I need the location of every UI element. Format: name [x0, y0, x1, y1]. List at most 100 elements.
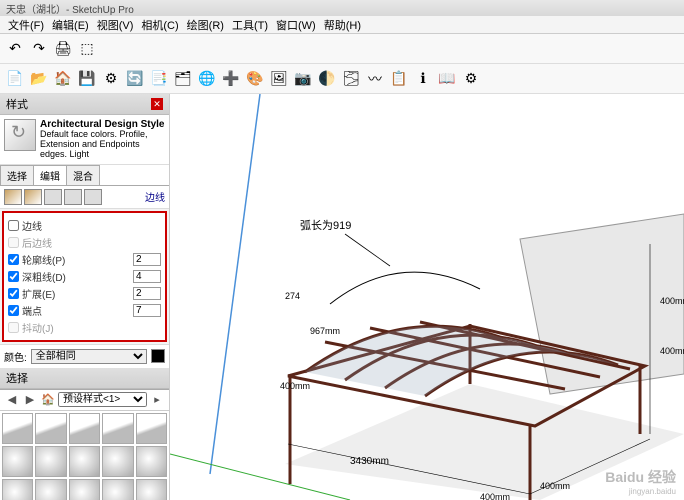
profiles-value[interactable]	[133, 253, 161, 266]
endpoints-value[interactable]	[133, 304, 161, 317]
back-icon[interactable]: ◀	[4, 392, 20, 408]
depth-value[interactable]	[133, 270, 161, 283]
edge-settings-highlight: 边线 后边线 轮廓线(P) 深粗线(D) 扩展(E) 端点 抖动(J)	[2, 211, 167, 342]
styles-icon[interactable]: 🖼	[268, 68, 290, 90]
endpoints-checkbox[interactable]	[8, 305, 19, 316]
close-icon[interactable]: ✕	[151, 98, 163, 110]
style-thumb[interactable]	[35, 413, 66, 444]
dim-400d: 400mm	[660, 346, 684, 356]
style-thumb[interactable]	[2, 479, 33, 500]
style-thumb[interactable]	[69, 479, 100, 500]
style-thumb[interactable]	[136, 446, 167, 477]
menu-window[interactable]: 窗口(W)	[272, 17, 320, 33]
style-thumb[interactable]	[69, 446, 100, 477]
menu-file[interactable]: 文件(F)	[4, 17, 48, 33]
new-icon[interactable]: 📄	[4, 68, 26, 90]
tab-select[interactable]: 选择	[0, 165, 34, 185]
styles-sidebar: 样式 ✕ Architectural Design Style Default …	[0, 94, 170, 500]
layers-icon[interactable]: 📑	[148, 68, 170, 90]
undo-icon[interactable]: ↶	[4, 38, 26, 60]
outliner-icon[interactable]: 📋	[388, 68, 410, 90]
toolbar-1: ↶ ↷ 🖨 ⬚	[0, 34, 684, 64]
style-thumb[interactable]	[35, 479, 66, 500]
scenes-icon[interactable]: 📷	[292, 68, 314, 90]
titlebar: 天忠（湖北）- SketchUp Pro	[0, 0, 684, 16]
edges-checkbox[interactable]	[8, 220, 19, 231]
style-thumbnails	[0, 411, 169, 500]
edge-mode-icon[interactable]	[4, 189, 22, 205]
menu-help[interactable]: 帮助(H)	[320, 17, 365, 33]
mode-label: 边线	[145, 189, 165, 204]
jitter-checkbox	[8, 322, 19, 333]
face-mode-icon[interactable]	[24, 189, 42, 205]
style-thumb[interactable]	[136, 479, 167, 500]
instructor-icon[interactable]: 📖	[436, 68, 458, 90]
modeling-mode-icon[interactable]	[84, 189, 102, 205]
home-nav-icon[interactable]: 🏠	[40, 392, 56, 408]
dim-arc: 弧长为919	[300, 218, 351, 232]
style-tabs: 选择 编辑 混合	[0, 165, 169, 186]
entity-icon[interactable]: ℹ	[412, 68, 434, 90]
dim-967: 967mm	[310, 326, 340, 336]
style-thumb[interactable]	[2, 413, 33, 444]
dim-274: 274	[285, 291, 300, 301]
profiles-checkbox[interactable]	[8, 254, 19, 265]
save-icon[interactable]: 💾	[76, 68, 98, 90]
dim-400a: 400mm	[280, 381, 310, 391]
dim-400b: 400mm	[480, 492, 510, 500]
bg-mode-icon[interactable]	[44, 189, 62, 205]
select-panel-title: 选择	[0, 368, 169, 389]
ext-checkbox[interactable]	[8, 288, 19, 299]
dim-400e: 400mm	[660, 296, 684, 306]
tab-mix[interactable]: 混合	[66, 165, 100, 185]
settings-icon[interactable]: ⚙	[100, 68, 122, 90]
components-icon[interactable]: 🗂	[172, 68, 194, 90]
home-icon[interactable]: 🏠	[52, 68, 74, 90]
menubar: 文件(F) 编辑(E) 视图(V) 相机(C) 绘图(R) 工具(T) 窗口(W…	[0, 16, 684, 34]
dim-3430: 3430mm	[350, 456, 389, 467]
style-thumb[interactable]	[35, 446, 66, 477]
styles-panel-title: 样式 ✕	[0, 94, 169, 115]
detail-icon[interactable]: ▸	[149, 392, 165, 408]
watermark: Baidu 经验 jingyan.baidu	[605, 467, 676, 496]
edge-color-row: 颜色: 全部相同	[0, 344, 169, 368]
preferences-icon[interactable]: ⚙	[460, 68, 482, 90]
refresh-icon[interactable]: 🔄	[124, 68, 146, 90]
app-title: 天忠（湖北）- SketchUp Pro	[6, 1, 134, 16]
edge-color-select[interactable]: 全部相同	[31, 349, 147, 364]
color-swatch[interactable]	[151, 349, 165, 363]
style-thumb[interactable]	[69, 413, 100, 444]
open-icon[interactable]: 📂	[28, 68, 50, 90]
style-thumb[interactable]	[102, 446, 133, 477]
3d-viewport[interactable]: 弧长为919 274 967mm 400mm 3430mm 400mm 400m…	[170, 94, 684, 500]
ext-value[interactable]	[133, 287, 161, 300]
materials-icon[interactable]: 🎨	[244, 68, 266, 90]
menu-tools[interactable]: 工具(T)	[228, 17, 272, 33]
tab-edit[interactable]: 编辑	[33, 165, 67, 185]
preset-select[interactable]: 预设样式<1>	[58, 392, 147, 407]
edit-mode-row: 边线	[0, 186, 169, 209]
forward-icon[interactable]: ▶	[22, 392, 38, 408]
extend-icon[interactable]: ➕	[220, 68, 242, 90]
print-icon[interactable]: 🖨	[52, 38, 74, 60]
redo-icon[interactable]: ↷	[28, 38, 50, 60]
style-thumb[interactable]	[102, 413, 133, 444]
style-desc: Default face colors. Profile, Extension …	[40, 130, 165, 160]
watermark-mode-icon[interactable]	[64, 189, 82, 205]
style-thumb[interactable]	[2, 446, 33, 477]
menu-edit[interactable]: 编辑(E)	[48, 17, 93, 33]
shadows-icon[interactable]: 🌓	[316, 68, 338, 90]
menu-view[interactable]: 视图(V)	[93, 17, 138, 33]
warehouse-icon[interactable]: 🌐	[196, 68, 218, 90]
backedges-checkbox	[8, 237, 19, 248]
depth-checkbox[interactable]	[8, 271, 19, 282]
toolbar-2: 📄 📂 🏠 💾 ⚙ 🔄 📑 🗂 🌐 ➕ 🎨 🖼 📷 🌓 🌫 〰 📋 ℹ 📖 ⚙	[0, 64, 684, 94]
style-thumbnail[interactable]	[4, 119, 36, 151]
style-thumb[interactable]	[102, 479, 133, 500]
soften-icon[interactable]: 〰	[364, 68, 386, 90]
model-icon[interactable]: ⬚	[76, 38, 98, 60]
menu-camera[interactable]: 相机(C)	[137, 17, 182, 33]
menu-draw[interactable]: 绘图(R)	[183, 17, 228, 33]
style-thumb[interactable]	[136, 413, 167, 444]
fog-icon[interactable]: 🌫	[340, 68, 362, 90]
